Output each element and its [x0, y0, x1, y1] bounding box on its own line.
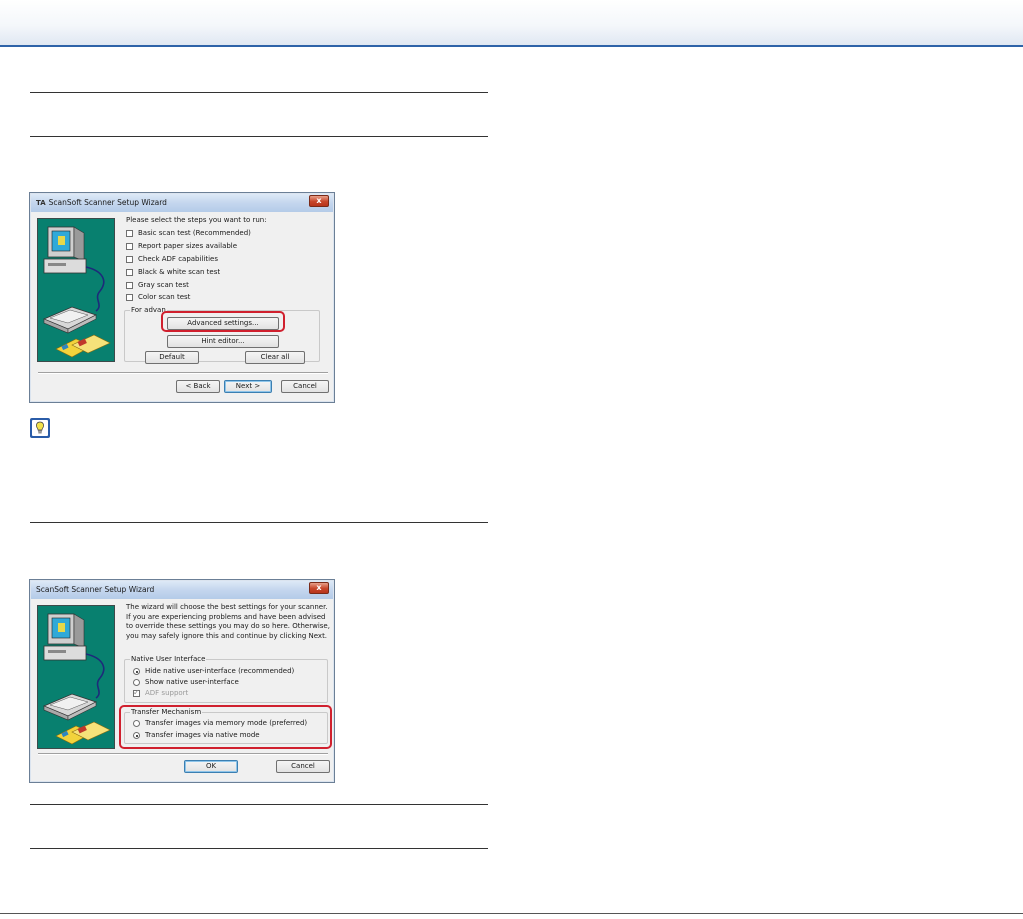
- dialog-titlebar[interactable]: TA ScanSoft Scanner Setup Wizard: [31, 194, 333, 212]
- step-label[interactable]: Black & white scan test: [138, 268, 220, 277]
- computer-scanner-illustration: [37, 605, 115, 749]
- app-icon: TA: [36, 199, 46, 207]
- highlight-advanced-settings: [161, 311, 285, 332]
- back-button[interactable]: < Back: [176, 380, 220, 393]
- step-label[interactable]: Check ADF capabilities: [138, 255, 218, 264]
- step-label[interactable]: Gray scan test: [138, 281, 189, 290]
- dialog-titlebar[interactable]: ScanSoft Scanner Setup Wizard: [31, 581, 333, 599]
- cancel-button[interactable]: Cancel: [276, 760, 330, 773]
- close-icon[interactable]: x: [309, 195, 329, 207]
- section-rule: [30, 522, 488, 523]
- step-checkbox[interactable]: [126, 256, 133, 263]
- section-rule: [30, 136, 488, 137]
- step-checkbox[interactable]: [126, 294, 133, 301]
- dialog-title: ScanSoft Scanner Setup Wizard: [36, 585, 155, 594]
- native-ui-radio[interactable]: [133, 668, 140, 675]
- scanner-setup-wizard-dialog: TA ScanSoft Scanner Setup Wizard x Pleas…: [29, 192, 335, 403]
- page-footer-rule: [0, 913, 1023, 914]
- section-rule: [30, 848, 488, 849]
- step-label[interactable]: Color scan test: [138, 293, 190, 302]
- dialog-client-area: The wizard will choose the best settings…: [34, 600, 332, 778]
- default-button[interactable]: Default: [145, 351, 199, 364]
- wizard-description: The wizard will choose the best settings…: [126, 603, 330, 640]
- step-checkbox[interactable]: [126, 269, 133, 276]
- step-checkbox[interactable]: [126, 230, 133, 237]
- computer-scanner-illustration: [37, 218, 115, 362]
- hint-editor-button[interactable]: Hint editor...: [167, 335, 279, 348]
- step-checkbox[interactable]: [126, 282, 133, 289]
- native-ui-option-label[interactable]: Show native user-interface: [145, 678, 239, 687]
- native-ui-option-label[interactable]: Hide native user-interface (recommended): [145, 667, 294, 676]
- scanner-setup-wizard-dialog-2: ScanSoft Scanner Setup Wizard x The wiza…: [29, 579, 335, 783]
- highlight-transfer-mechanism: [119, 705, 332, 749]
- ok-button[interactable]: OK: [184, 760, 238, 773]
- dialog-title: ScanSoft Scanner Setup Wizard: [48, 198, 167, 207]
- step-checkbox[interactable]: [126, 243, 133, 250]
- native-ui-radio[interactable]: [133, 679, 140, 686]
- page-header-rule: [0, 45, 1023, 47]
- dialog-divider: [38, 753, 328, 754]
- next-button[interactable]: Next >: [224, 380, 272, 393]
- page-header-band: [0, 0, 1023, 46]
- step-label[interactable]: Report paper sizes available: [138, 242, 237, 251]
- close-icon[interactable]: x: [309, 582, 329, 594]
- section-rule: [30, 92, 488, 93]
- lightbulb-tip-icon: [30, 418, 50, 438]
- dialog-client-area: Please select the steps you want to run:…: [34, 213, 330, 398]
- dialog-divider: [38, 372, 328, 373]
- native-ui-group-label: Native User Interface: [130, 655, 207, 664]
- section-rule: [30, 804, 488, 805]
- adf-support-label: ADF support: [145, 689, 189, 697]
- cancel-button[interactable]: Cancel: [281, 380, 329, 393]
- adf-support-checkbox[interactable]: [133, 688, 140, 697]
- step-label[interactable]: Basic scan test (Recommended): [138, 229, 251, 238]
- clear-all-button[interactable]: Clear all: [245, 351, 305, 364]
- steps-prompt: Please select the steps you want to run:: [126, 216, 267, 224]
